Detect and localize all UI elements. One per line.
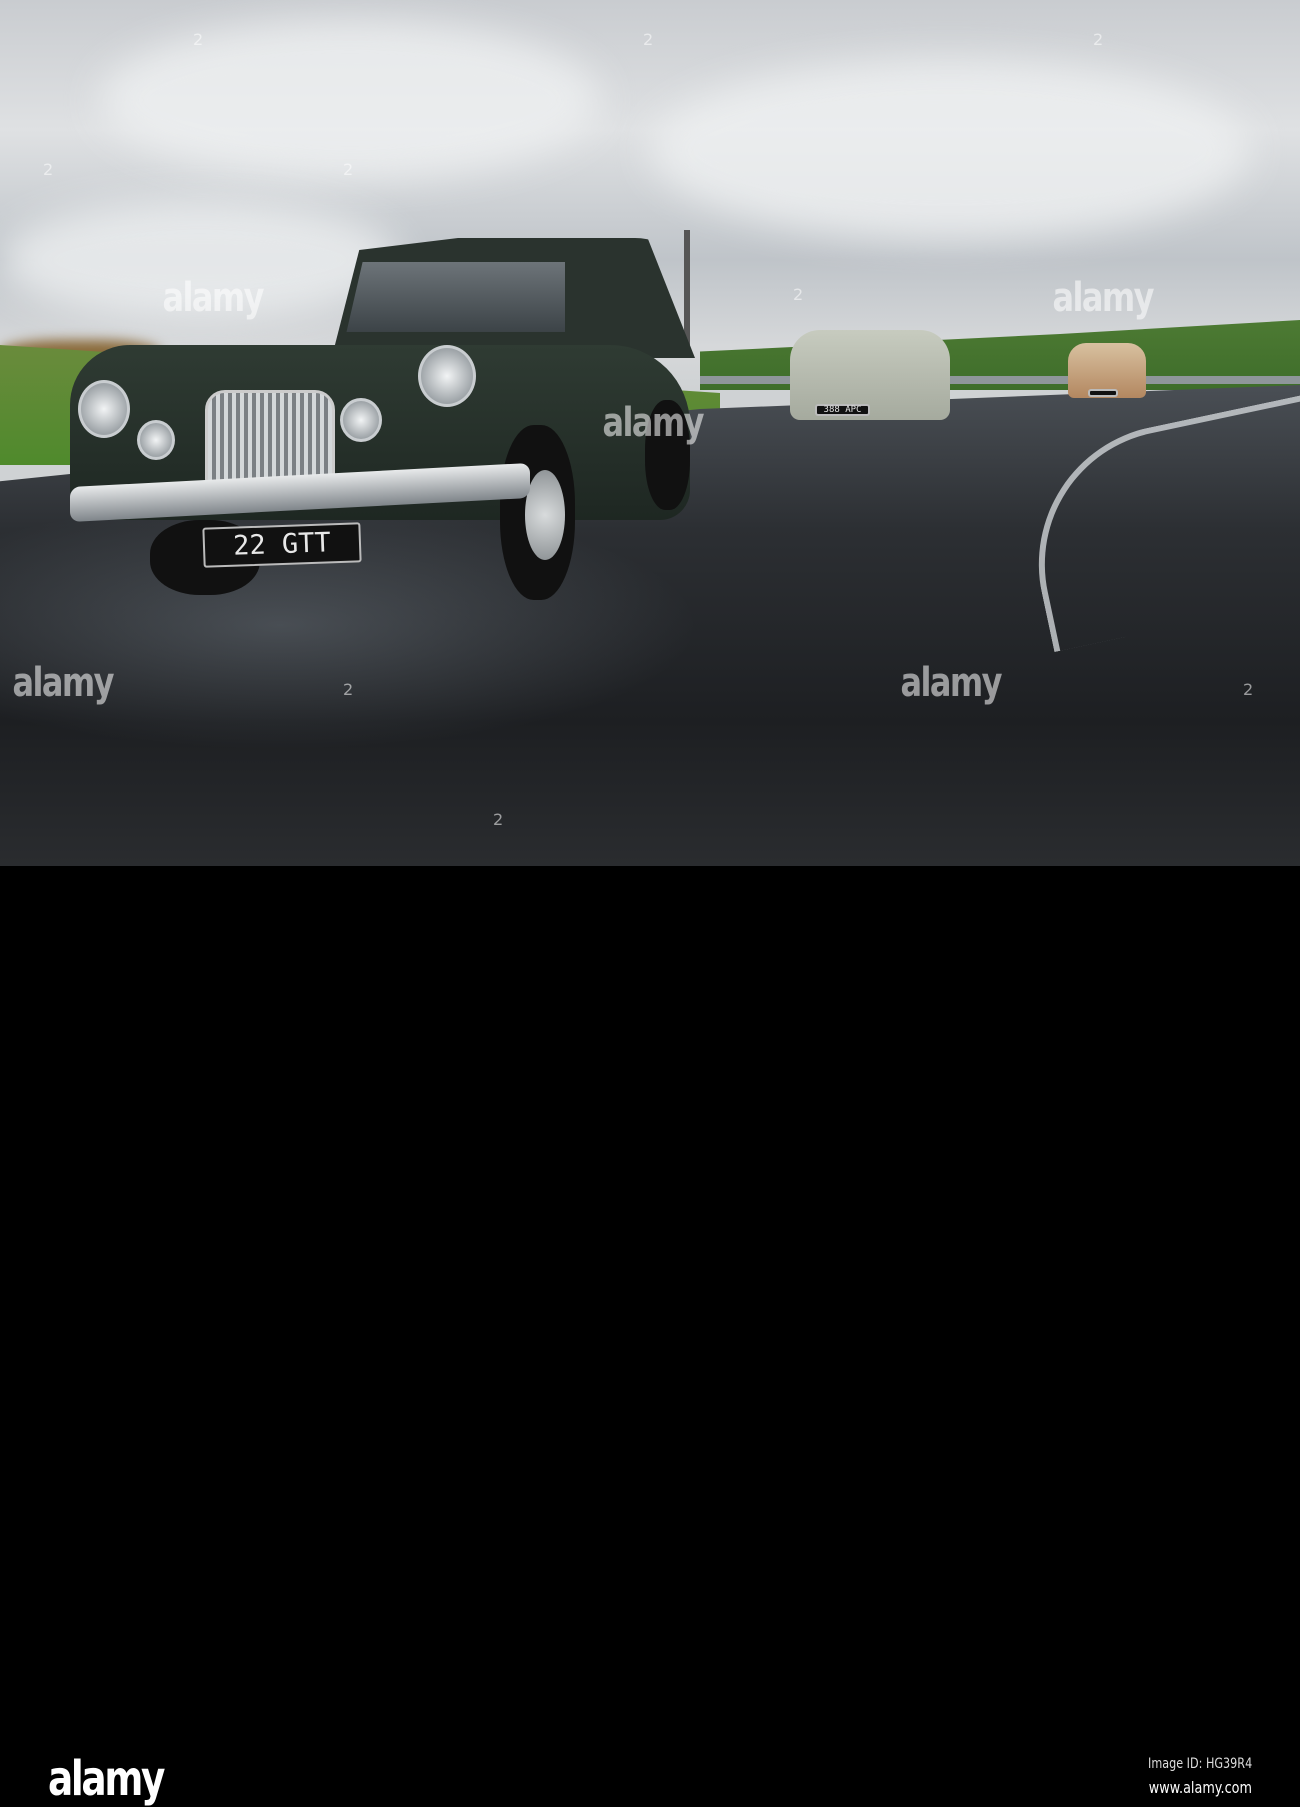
watermark: alamy <box>12 660 115 706</box>
watermark-number: 2 <box>193 30 204 49</box>
license-plate: 388 APC <box>815 404 870 416</box>
photo: 388 APC 22 GTT alamy alamy alamy alamy a… <box>0 0 1300 866</box>
fog-light <box>137 420 175 460</box>
cloud <box>650 60 1250 240</box>
windscreen <box>346 262 565 332</box>
footer-bar: alamy Image ID: HG39R4 www.alamy.com <box>0 866 1300 1807</box>
watermark-number: 2 <box>643 30 654 49</box>
fog-light <box>340 398 382 442</box>
license-plate: 22 GTT <box>202 522 362 568</box>
alamy-logo: alamy <box>48 1751 165 1807</box>
hubcap <box>525 470 565 560</box>
watermark-number: 2 <box>343 160 354 179</box>
watermark: alamy <box>900 660 1003 706</box>
grille <box>205 390 335 485</box>
watermark: alamy <box>1052 275 1155 321</box>
watermark: alamy <box>162 275 265 321</box>
cloud <box>100 20 600 180</box>
image-id: Image ID: HG39R4 <box>1147 1756 1252 1772</box>
watermark-number: 2 <box>343 680 354 699</box>
watermark: alamy <box>602 400 705 446</box>
headlight <box>78 380 130 438</box>
license-plate <box>1088 389 1118 397</box>
watermark-number: 2 <box>793 285 804 304</box>
watermark-number: 2 <box>493 810 504 829</box>
watermark-number: 2 <box>1093 30 1104 49</box>
watermark-number: 2 <box>43 160 54 179</box>
website-link[interactable]: www.alamy.com <box>1149 1778 1252 1797</box>
headlight <box>418 345 476 407</box>
watermark-number: 2 <box>1243 680 1254 699</box>
car-body <box>790 330 950 420</box>
